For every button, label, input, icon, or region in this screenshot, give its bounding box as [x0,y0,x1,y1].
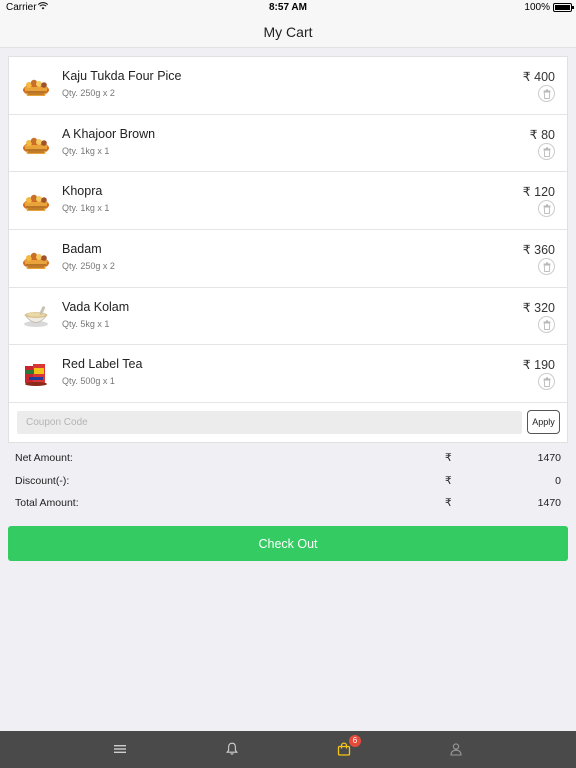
discount-label: Discount(-): [15,474,70,487]
tab-profile[interactable] [438,731,474,768]
tab-bar: 6 [0,731,576,768]
cart-item[interactable]: Red Label Tea Qty. 500g x 1 ₹ 190 [9,345,567,404]
discount-row: Discount(-): ₹ 0 [0,469,576,492]
total-amount-row: Total Amount: ₹ 1470 [0,491,576,514]
product-name: Khopra [62,184,103,199]
remove-item-button[interactable] [538,142,555,160]
tab-menu[interactable] [102,731,138,768]
product-quantity: Qty. 250g x 2 [62,261,115,272]
product-image [21,302,51,332]
apply-coupon-button[interactable]: Apply [527,410,560,435]
remove-item-button[interactable] [538,315,555,333]
cart-item[interactable]: Khopra Qty. 1kg x 1 ₹ 120 [9,172,567,231]
product-quantity: Qty. 5kg x 1 [62,318,110,329]
rupee-symbol: ₹ [445,474,452,487]
product-quantity: Qty. 1kg x 1 [62,203,110,214]
checkout-button[interactable]: Check Out [8,526,568,561]
tab-cart[interactable]: 6 [326,731,362,768]
product-price: ₹ 120 [522,185,555,200]
product-price: ₹ 190 [522,358,555,373]
product-name: A Khajoor Brown [62,126,156,141]
menu-icon [114,745,126,753]
product-image [21,71,51,101]
remove-item-button[interactable] [538,85,555,102]
product-image [21,129,51,159]
rupee-symbol: ₹ [445,497,452,509]
page-title: My Cart [263,24,313,40]
cart-item[interactable]: Vada Kolam Qty. 5kg x 1 ₹ 320 [9,288,567,346]
coupon-row: Apply [9,403,567,442]
status-bar: Carrier 8:57 AM 100% [0,0,576,16]
product-image [21,244,51,274]
cart-items: Kaju Tukda Four Pice Qty. 250g x 2 ₹ 400 A … [9,57,567,404]
product-quantity: Qty. 500g x 1 [62,376,115,387]
order-summary: Net Amount: ₹ 1470 Discount(-): ₹ 0 Tota… [0,446,576,514]
clock: 8:57 AM [269,2,307,13]
product-price: ₹ 80 [529,127,555,142]
product-image [21,359,51,389]
remove-item-button[interactable] [538,200,555,218]
net-amount-value: 1470 [537,452,561,464]
product-name: Badam [62,242,102,257]
product-quantity: Qty. 1kg x 1 [62,145,110,156]
cart-item[interactable]: A Khajoor Brown Qty. 1kg x 1 ₹ 80 [9,115,567,173]
tab-notifications[interactable] [214,731,250,768]
product-name: Red Label Tea [62,357,143,372]
cart-item[interactable]: Kaju Tukda Four Pice Qty. 250g x 2 ₹ 400 [9,57,567,115]
rupee-symbol: ₹ [445,452,452,464]
net-amount-label: Net Amount: [15,452,73,464]
total-amount-label: Total Amount: [15,497,79,509]
product-image [21,186,51,216]
product-price: ₹ 400 [522,70,555,84]
discount-value: 0 [555,474,561,487]
product-name: Kaju Tukda Four Pice [62,69,182,83]
net-amount-row: Net Amount: ₹ 1470 [0,446,576,469]
bell-icon [226,742,238,755]
product-quantity: Qty. 250g x 2 [62,88,115,98]
product-price: ₹ 360 [522,243,555,258]
product-price: ₹ 320 [522,300,555,315]
cart-count-badge: 6 [349,735,361,747]
user-icon [450,743,462,756]
total-amount-value: 1470 [537,497,561,509]
remove-item-button[interactable] [538,258,555,276]
cart-list: Kaju Tukda Four Pice Qty. 250g x 2 ₹ 400 A … [8,56,568,444]
product-name: Vada Kolam [62,299,130,314]
cart-item[interactable]: Badam Qty. 250g x 2 ₹ 360 [9,230,567,288]
battery-icon [553,3,574,12]
navigation-bar: My Cart [0,16,576,48]
remove-item-button[interactable] [538,373,555,391]
battery-percentage: 100% [524,2,550,13]
coupon-code-input[interactable] [17,411,522,435]
